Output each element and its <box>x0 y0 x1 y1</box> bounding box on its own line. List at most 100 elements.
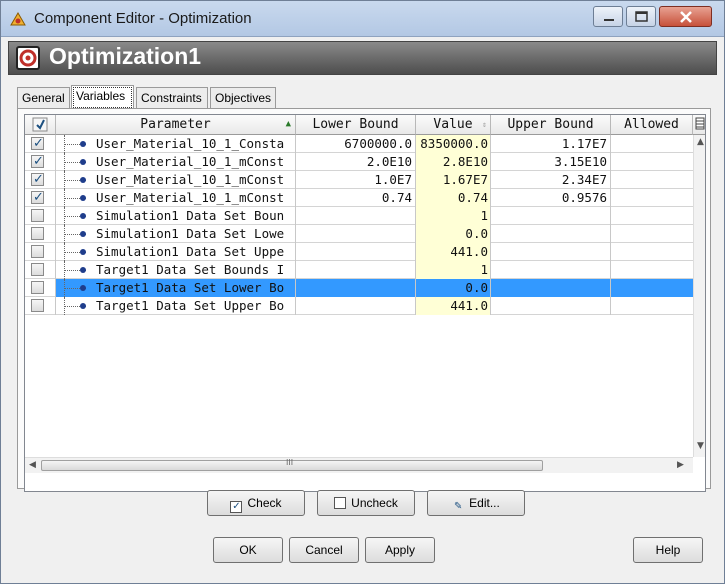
allowed-cell[interactable] <box>611 243 705 261</box>
table-row[interactable]: ✓ User_Material_10_1_Consta 6700000.0 83500… <box>25 135 705 153</box>
parameter-cell[interactable]: User_Material_10_1_Consta <box>56 135 296 153</box>
upper-bound-cell[interactable]: 2.34E7 <box>491 171 611 189</box>
row-checkbox[interactable] <box>31 299 44 312</box>
ok-button[interactable]: OK <box>213 537 283 563</box>
row-checkbox[interactable]: ✓ <box>31 190 44 205</box>
parameter-cell[interactable]: Simulation1 Data Set Lowe <box>56 225 296 243</box>
upper-bound-cell[interactable]: 0.9576 <box>491 189 611 207</box>
parameter-cell[interactable]: Target1 Data Set Lower Bo <box>56 279 296 297</box>
edit-button[interactable]: ✎ Edit... <box>427 490 525 516</box>
lower-bound-column-header[interactable]: Lower Bound <box>296 115 416 135</box>
upper-bound-cell[interactable] <box>491 279 611 297</box>
lower-bound-cell[interactable]: 1.0E7 <box>296 171 416 189</box>
allowed-cell[interactable] <box>611 279 705 297</box>
upper-bound-cell[interactable]: 1.17E7 <box>491 135 611 153</box>
row-checkbox[interactable]: ✓ <box>31 136 44 151</box>
allowed-cell[interactable] <box>611 135 705 153</box>
parameter-column-header[interactable]: Parameter ▲ <box>56 115 296 135</box>
upper-bound-cell[interactable] <box>491 243 611 261</box>
scroll-down-icon[interactable]: ▼ <box>697 441 704 451</box>
lower-bound-cell[interactable]: 6700000.0 <box>296 135 416 153</box>
table-row[interactable]: Simulation1 Data Set Boun 1 <box>25 207 705 225</box>
close-button[interactable] <box>659 6 712 27</box>
value-cell[interactable]: 0.74 <box>416 189 491 207</box>
uncheck-button[interactable]: Uncheck <box>317 490 415 516</box>
row-checkbox[interactable]: ✓ <box>31 154 44 169</box>
title-bar[interactable]: Component Editor - Optimization <box>1 1 724 37</box>
check-button[interactable]: ✓ Check <box>207 490 305 516</box>
upper-bound-cell[interactable] <box>491 297 611 315</box>
row-checkbox[interactable]: ✓ <box>31 172 44 187</box>
cancel-button[interactable]: Cancel <box>289 537 359 563</box>
value-cell[interactable]: 441.0 <box>416 243 491 261</box>
value-cell[interactable]: 1 <box>416 261 491 279</box>
parameter-cell[interactable]: Simulation1 Data Set Uppe <box>56 243 296 261</box>
table-row[interactable]: Target1 Data Set Bounds I 1 <box>25 261 705 279</box>
upper-bound-column-header[interactable]: Upper Bound <box>491 115 611 135</box>
tab-variables[interactable]: Variables <box>71 85 134 110</box>
horizontal-scrollbar[interactable]: ◀ III ▶ <box>25 457 693 473</box>
table-row[interactable]: ✓ User_Material_10_1_mConst 1.0E7 1.67E7 2.3… <box>25 171 705 189</box>
value-cell[interactable]: 8350000.0 <box>416 135 491 153</box>
check-column-header[interactable] <box>25 115 56 135</box>
row-checkbox[interactable] <box>31 245 44 258</box>
parameter-cell[interactable]: Target1 Data Set Bounds I <box>56 261 296 279</box>
parameter-cell[interactable]: User_Material_10_1_mConst <box>56 153 296 171</box>
allowed-cell[interactable] <box>611 297 705 315</box>
scroll-right-icon[interactable]: ▶ <box>677 460 684 470</box>
value-cell[interactable]: 441.0 <box>416 297 491 315</box>
apply-button[interactable]: Apply <box>365 537 435 563</box>
minimize-button[interactable] <box>593 6 623 27</box>
table-row[interactable]: ✓ User_Material_10_1_mConst 2.0E10 2.8E10 3.… <box>25 153 705 171</box>
lower-bound-cell[interactable] <box>296 297 416 315</box>
lower-bound-cell[interactable] <box>296 279 416 297</box>
table-row[interactable]: Target1 Data Set Lower Bo 0.0 <box>25 279 705 297</box>
lower-bound-cell[interactable] <box>296 207 416 225</box>
allowed-cell[interactable] <box>611 189 705 207</box>
lower-bound-cell[interactable]: 2.0E10 <box>296 153 416 171</box>
table-row[interactable]: Simulation1 Data Set Uppe 441.0 <box>25 243 705 261</box>
tab-general[interactable]: General <box>17 87 70 109</box>
allowed-cell[interactable] <box>611 261 705 279</box>
allowed-column-header[interactable]: Allowed <box>611 115 693 135</box>
table-row[interactable]: ✓ User_Material_10_1_mConst 0.74 0.74 0.9576 <box>25 189 705 207</box>
allowed-cell[interactable] <box>611 153 705 171</box>
row-checkbox[interactable] <box>31 227 44 240</box>
scroll-left-icon[interactable]: ◀ <box>29 460 36 470</box>
upper-bound-cell[interactable] <box>491 207 611 225</box>
table-row[interactable]: Simulation1 Data Set Lowe 0.0 <box>25 225 705 243</box>
parameter-cell[interactable]: User_Material_10_1_mConst <box>56 171 296 189</box>
vertical-scrollbar[interactable]: ▲ ▼ <box>693 135 705 457</box>
lower-bound-cell[interactable]: 0.74 <box>296 189 416 207</box>
column-chooser-icon[interactable] <box>693 115 705 135</box>
upper-bound-cell[interactable]: 3.15E10 <box>491 153 611 171</box>
parameter-cell[interactable]: Target1 Data Set Upper Bo <box>56 297 296 315</box>
value-cell[interactable]: 0.0 <box>416 279 491 297</box>
parameter-cell[interactable]: User_Material_10_1_mConst <box>56 189 296 207</box>
horizontal-scroll-thumb[interactable]: III <box>41 458 543 471</box>
value-column-header[interactable]: Value ⇕ <box>416 115 491 135</box>
value-cell[interactable]: 1.67E7 <box>416 171 491 189</box>
allowed-cell[interactable] <box>611 171 705 189</box>
value-cell[interactable]: 2.8E10 <box>416 153 491 171</box>
allowed-cell[interactable] <box>611 207 705 225</box>
tab-constraints[interactable]: Constraints <box>136 87 208 109</box>
maximize-button[interactable] <box>626 6 656 27</box>
value-cell[interactable]: 0.0 <box>416 225 491 243</box>
lower-bound-cell[interactable] <box>296 261 416 279</box>
table-row[interactable]: Target1 Data Set Upper Bo 441.0 <box>25 297 705 315</box>
upper-bound-cell[interactable] <box>491 261 611 279</box>
parameter-cell[interactable]: Simulation1 Data Set Boun <box>56 207 296 225</box>
scroll-up-icon[interactable]: ▲ <box>697 137 704 147</box>
value-cell[interactable]: 1 <box>416 207 491 225</box>
upper-bound-cell[interactable] <box>491 225 611 243</box>
lower-bound-cell[interactable] <box>296 243 416 261</box>
parameter-name: Target1 Data Set Upper Bo <box>96 298 285 313</box>
help-button[interactable]: Help <box>633 537 703 563</box>
row-checkbox[interactable] <box>31 263 44 276</box>
allowed-cell[interactable] <box>611 225 705 243</box>
tab-objectives[interactable]: Objectives <box>210 87 276 109</box>
lower-bound-cell[interactable] <box>296 225 416 243</box>
row-checkbox[interactable] <box>31 209 44 222</box>
row-checkbox[interactable] <box>31 281 44 294</box>
